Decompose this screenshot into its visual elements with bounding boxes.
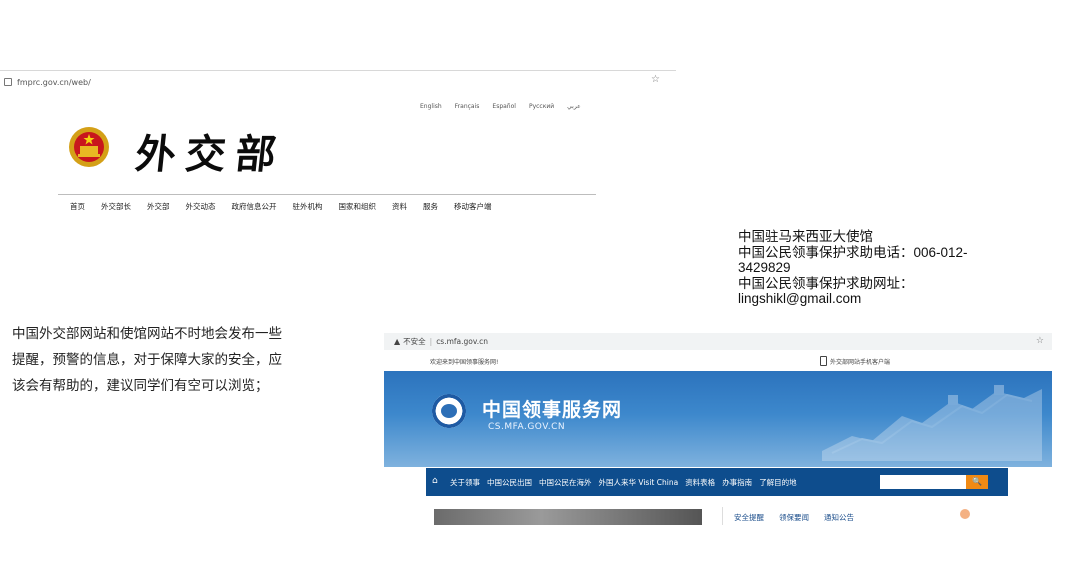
contact-email: lingshikl@gmail.com xyxy=(738,291,862,306)
utility-bar: 欢迎来到中国领事服务网! 外交部网站手机客户端 xyxy=(384,350,1052,371)
language-links: English Français Español Pусский عربي xyxy=(420,103,581,110)
lang-russian-link[interactable]: Pусский xyxy=(529,103,554,110)
nav-missions[interactable]: 驻外机构 xyxy=(293,201,323,212)
national-emblem-icon xyxy=(69,127,109,167)
lang-spanish-link[interactable]: Español xyxy=(492,103,516,110)
bookmark-star-icon[interactable]: ☆ xyxy=(651,74,660,85)
nav-destinations[interactable]: 了解目的地 xyxy=(759,477,797,488)
content-divider xyxy=(722,507,723,525)
great-wall-illustration xyxy=(822,385,1042,461)
ministry-logo-calligraphy: 外交部 xyxy=(133,131,289,178)
rss-icon[interactable] xyxy=(960,509,970,519)
tab-safety-alerts[interactable]: 安全提醒 xyxy=(734,512,764,523)
embassy-name: 中国驻马来西亚大使馆 xyxy=(738,229,873,244)
bookmark-star-icon[interactable]: ☆ xyxy=(1036,336,1044,346)
site-title: 中国领事服务网 xyxy=(482,399,623,421)
lang-french-link[interactable]: Français xyxy=(455,103,480,110)
phone-icon xyxy=(820,356,827,366)
nav-resources[interactable]: 资料 xyxy=(392,201,407,212)
nav-countries[interactable]: 国家和组织 xyxy=(339,201,377,212)
hotline-number: 3429829 xyxy=(738,260,791,275)
nav-going-abroad[interactable]: 中国公民出国 xyxy=(487,477,532,488)
search-icon: 🔍 xyxy=(972,477,982,486)
nav-services[interactable]: 服务 xyxy=(423,201,438,212)
address-bar[interactable]: fmprc.gov.cn/web/ ☆ xyxy=(4,74,672,90)
nav-mobile-app[interactable]: 移动客户端 xyxy=(454,201,492,212)
nav-gov-info[interactable]: 政府信息公开 xyxy=(232,201,277,212)
nav-news[interactable]: 外交动态 xyxy=(186,201,216,212)
mobile-client-link[interactable]: 外交部网站手机客户端 xyxy=(820,356,890,366)
address-separator: | xyxy=(429,337,433,346)
hotline-label: 中国公民领事保护求助电话：006-012- xyxy=(738,244,968,260)
header-divider xyxy=(58,194,596,195)
website-label: 中国公民领事保护求助网址： xyxy=(738,275,914,291)
site-domain: CS.MFA.GOV.CN xyxy=(488,422,566,432)
warning-triangle-icon: ▲ xyxy=(394,337,401,346)
nav-visit-china[interactable]: 外国人来华 Visit China xyxy=(599,477,679,488)
paragraph-line: 该会有帮助的，建议同学们有空可以浏览； xyxy=(12,378,269,394)
nav-about-consular[interactable]: 关于领事 xyxy=(450,477,480,488)
lang-english-link[interactable]: English xyxy=(420,103,442,110)
nav-home[interactable]: 首页 xyxy=(70,201,85,212)
search-button[interactable]: 🔍 xyxy=(966,475,988,489)
news-photo xyxy=(434,509,702,525)
url-text: cs.mfa.gov.cn xyxy=(436,337,488,346)
browser-top-border xyxy=(0,70,676,71)
advice-paragraph: 中国外交部网站和使馆网站不时地会发布一些 提醒，预警的信息，对于保障大家的安全，… xyxy=(12,321,337,399)
main-nav: 首页 外交部长 外交部 外交动态 政府信息公开 驻外机构 国家和组织 资料 服务… xyxy=(70,201,492,212)
news-tabs: 安全提醒 领保要闻 通知公告 xyxy=(734,512,854,523)
mobile-client-label: 外交部网站手机客户端 xyxy=(830,358,891,366)
home-icon[interactable]: ⌂ xyxy=(432,476,438,486)
nav-forms[interactable]: 资料表格 xyxy=(685,477,715,488)
mfa-website-screenshot: fmprc.gov.cn/web/ ☆ English Français Esp… xyxy=(0,70,676,220)
lock-icon xyxy=(4,78,12,86)
nav-minister[interactable]: 外交部长 xyxy=(101,201,131,212)
consular-nav-bar: ⌂ 关于领事 中国公民出国 中国公民在海外 外国人来华 Visit China … xyxy=(426,468,1008,496)
paragraph-line: 中国外交部网站和使馆网站不时地会发布一些 xyxy=(12,326,282,342)
tab-notices[interactable]: 通知公告 xyxy=(824,512,854,523)
lang-arabic-link[interactable]: عربي xyxy=(567,103,581,110)
content-area: 安全提醒 领保要闻 通知公告 xyxy=(426,496,1008,525)
security-label: 不安全 xyxy=(403,337,426,346)
consular-seal-icon xyxy=(432,394,466,428)
consular-nav-items: 关于领事 中国公民出国 中国公民在海外 外国人来华 Visit China 资料… xyxy=(450,477,797,488)
embassy-contact-info: 中国驻马来西亚大使馆 中国公民领事保护求助电话：006-012- 3429829… xyxy=(738,229,1038,307)
url-text: fmprc.gov.cn/web/ xyxy=(17,77,91,87)
paragraph-line: 提醒，预警的信息，对于保障大家的安全，应 xyxy=(12,352,282,368)
nav-citizens-overseas[interactable]: 中国公民在海外 xyxy=(539,477,592,488)
consular-website-screenshot: ▲ 不安全 | cs.mfa.gov.cn ☆ 欢迎来到中国领事服务网! 外交部… xyxy=(384,333,1052,525)
nav-guide[interactable]: 办事指南 xyxy=(722,477,752,488)
tab-consular-news[interactable]: 领保要闻 xyxy=(779,512,809,523)
address-bar[interactable]: ▲ 不安全 | cs.mfa.gov.cn ☆ xyxy=(384,333,1052,350)
search-input[interactable] xyxy=(880,475,966,489)
welcome-text: 欢迎来到中国领事服务网! xyxy=(430,359,499,366)
nav-ministry[interactable]: 外交部 xyxy=(147,201,170,212)
